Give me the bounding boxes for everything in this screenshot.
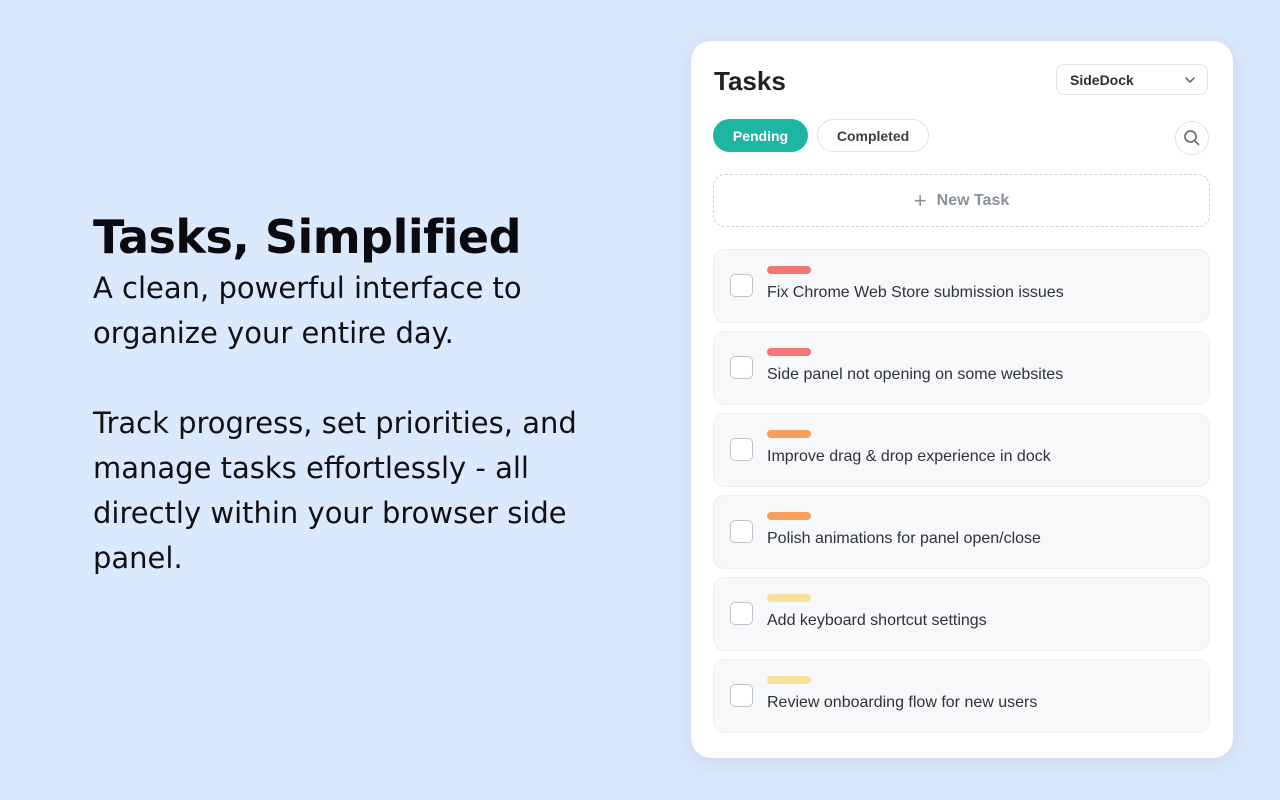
tasks-panel: Tasks SideDock Pending Completed + New T… [691, 41, 1233, 758]
panel-title: Tasks [714, 66, 786, 96]
hero-description-secondary: Track progress, set priorities, and mana… [93, 406, 577, 575]
search-button[interactable] [1175, 121, 1209, 155]
task-checkbox[interactable] [730, 602, 753, 625]
hero-section: Tasks, Simplified A clean, powerful inte… [93, 208, 633, 581]
priority-indicator [767, 266, 811, 274]
priority-indicator [767, 594, 811, 602]
task-item[interactable]: Improve drag & drop experience in dock [713, 413, 1210, 487]
priority-indicator [767, 512, 811, 520]
task-item[interactable]: Review onboarding flow for new users [713, 659, 1210, 733]
priority-indicator [767, 430, 811, 438]
task-checkbox[interactable] [730, 684, 753, 707]
task-item[interactable]: Fix Chrome Web Store submission issues [713, 249, 1210, 323]
task-title: Review onboarding flow for new users [767, 694, 1038, 711]
chevron-down-icon [1185, 77, 1195, 83]
tab-completed[interactable]: Completed [817, 119, 929, 152]
new-task-button[interactable]: + New Task [713, 174, 1210, 227]
task-checkbox[interactable] [730, 438, 753, 461]
task-title: Improve drag & drop experience in dock [767, 448, 1051, 465]
priority-indicator [767, 676, 811, 684]
task-list: Fix Chrome Web Store submission issues S… [713, 249, 1210, 741]
task-checkbox[interactable] [730, 356, 753, 379]
task-item[interactable]: Side panel not opening on some websites [713, 331, 1210, 405]
hero-title: Tasks, Simplified [93, 210, 522, 264]
task-checkbox[interactable] [730, 520, 753, 543]
tab-pending[interactable]: Pending [713, 119, 808, 152]
task-item[interactable]: Add keyboard shortcut settings [713, 577, 1210, 651]
new-task-label: New Task [936, 191, 1010, 209]
workspace-select[interactable]: SideDock [1056, 64, 1208, 95]
task-item[interactable]: Polish animations for panel open/close [713, 495, 1210, 569]
task-checkbox[interactable] [730, 274, 753, 297]
workspace-select-value: SideDock [1070, 71, 1134, 88]
task-title: Fix Chrome Web Store submission issues [767, 284, 1064, 301]
task-title: Polish animations for panel open/close [767, 530, 1041, 547]
task-title: Side panel not opening on some websites [767, 366, 1064, 383]
priority-indicator [767, 348, 811, 356]
search-icon [1184, 130, 1200, 146]
task-title: Add keyboard shortcut settings [767, 612, 987, 629]
plus-icon: + [913, 187, 927, 213]
hero-description: A clean, powerful interface to organize … [93, 271, 522, 350]
